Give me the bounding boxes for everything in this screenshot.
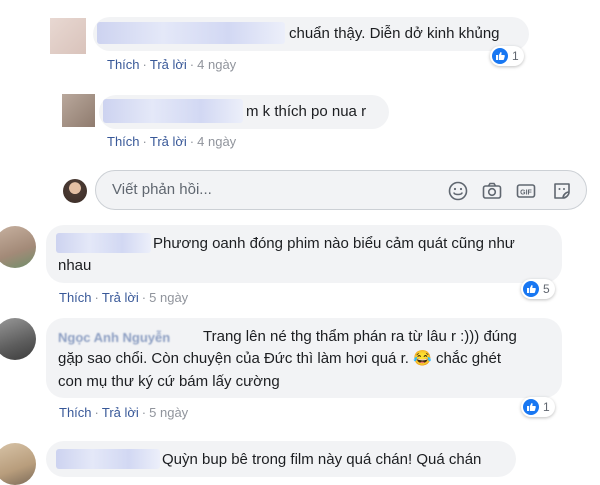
comment-text-line2-part2: chắc ghét [435, 350, 501, 367]
reply-box[interactable]: GIF [95, 170, 587, 210]
commenter-avatar[interactable] [0, 318, 36, 360]
separator: · [142, 134, 147, 149]
reply-input[interactable] [110, 180, 414, 199]
comment-bubble: m k thích po nua r [99, 95, 389, 129]
comment-text-line1: Phương oanh đóng phim nào biểu cảm quát … [153, 235, 515, 252]
comment-actions: Thích · Trả lời · 4 ngày [107, 134, 236, 149]
separator: · [94, 405, 99, 420]
comment-text-line2: gặp sao chổi. Còn chuyện của Đức thì làm… [58, 348, 501, 369]
reaction-count[interactable]: 5 [521, 279, 555, 299]
like-reaction-icon [523, 399, 539, 415]
commenter-avatar[interactable] [0, 443, 36, 485]
current-user-avatar [63, 179, 87, 203]
laughing-emoji: 😂 [413, 350, 432, 367]
comment-bubble: Quỳn bup bê trong film này quá chán! Quá… [46, 441, 516, 477]
separator: · [142, 57, 147, 72]
timestamp[interactable]: 5 ngày [149, 405, 188, 420]
comment-text: Quỳn bup bê trong film này quá chán! Quá… [162, 451, 482, 468]
comment-bubble: Ngọc Anh Nguyễn Trang lên né thg thẩm ph… [46, 318, 562, 398]
comment-text-line1: Trang lên né thg thẩm phán ra từ lâu r :… [203, 328, 517, 345]
commenter-name-blurred[interactable] [56, 233, 151, 253]
comment-text: m k thích po nua r [246, 103, 367, 120]
commenter-avatar[interactable] [50, 18, 86, 54]
commenter-name-blurred[interactable] [56, 449, 160, 469]
reply-link[interactable]: Trả lời [150, 134, 187, 149]
camera-icon[interactable] [481, 180, 503, 202]
reply-link[interactable]: Trả lời [102, 290, 139, 305]
separator: · [141, 290, 147, 305]
comment-actions: Thích · Trả lời · 5 ngày [59, 405, 188, 420]
reply-link[interactable]: Trả lời [150, 57, 187, 72]
timestamp[interactable]: 4 ngày [197, 134, 236, 149]
like-link[interactable]: Thích [107, 57, 140, 72]
timestamp[interactable]: 5 ngày [149, 290, 188, 305]
gif-icon[interactable]: GIF [515, 180, 537, 202]
commenter-name[interactable]: Ngọc Anh Nguyễn [58, 327, 170, 348]
svg-text:GIF: GIF [520, 189, 532, 196]
reaction-number: 5 [543, 282, 550, 296]
like-link[interactable]: Thích [107, 134, 140, 149]
reaction-count[interactable]: 1 [490, 46, 524, 66]
smiley-icon[interactable] [447, 180, 469, 202]
comment-bubble: Phương oanh đóng phim nào biểu cảm quát … [46, 225, 562, 283]
comment-actions: Thích · Trả lời · 5 ngày [59, 290, 188, 305]
like-reaction-icon [492, 48, 508, 64]
like-reaction-icon [523, 281, 539, 297]
commenter-name-blurred[interactable] [103, 99, 243, 123]
reaction-count[interactable]: 1 [521, 397, 555, 417]
comment-actions: Thích · Trả lời · 4 ngày [107, 57, 236, 72]
separator: · [189, 134, 195, 149]
sticker-icon[interactable] [551, 180, 573, 202]
comment-bubble: chuẩn thậy. Diễn dở kinh khủng [93, 17, 529, 51]
reaction-number: 1 [512, 49, 519, 63]
separator: · [141, 405, 147, 420]
reaction-number: 1 [543, 400, 550, 414]
timestamp[interactable]: 4 ngày [197, 57, 236, 72]
comment-text: chuẩn thậy. Diễn dở kinh khủng [289, 25, 500, 42]
commenter-avatar[interactable] [0, 226, 36, 268]
separator: · [94, 290, 99, 305]
comment-text-line3: con mụ thư ký cứ bám lấy cường [58, 373, 280, 390]
commenter-name-blurred[interactable] [97, 22, 285, 44]
comment-text-line2-part1: gặp sao chổi. Còn chuyện của Đức thì làm… [58, 350, 409, 367]
commenter-avatar[interactable] [62, 94, 95, 127]
comment-text-line2: nhau [58, 257, 92, 274]
like-link[interactable]: Thích [59, 290, 92, 305]
reply-link[interactable]: Trả lời [102, 405, 139, 420]
like-link[interactable]: Thích [59, 405, 92, 420]
separator: · [189, 57, 195, 72]
